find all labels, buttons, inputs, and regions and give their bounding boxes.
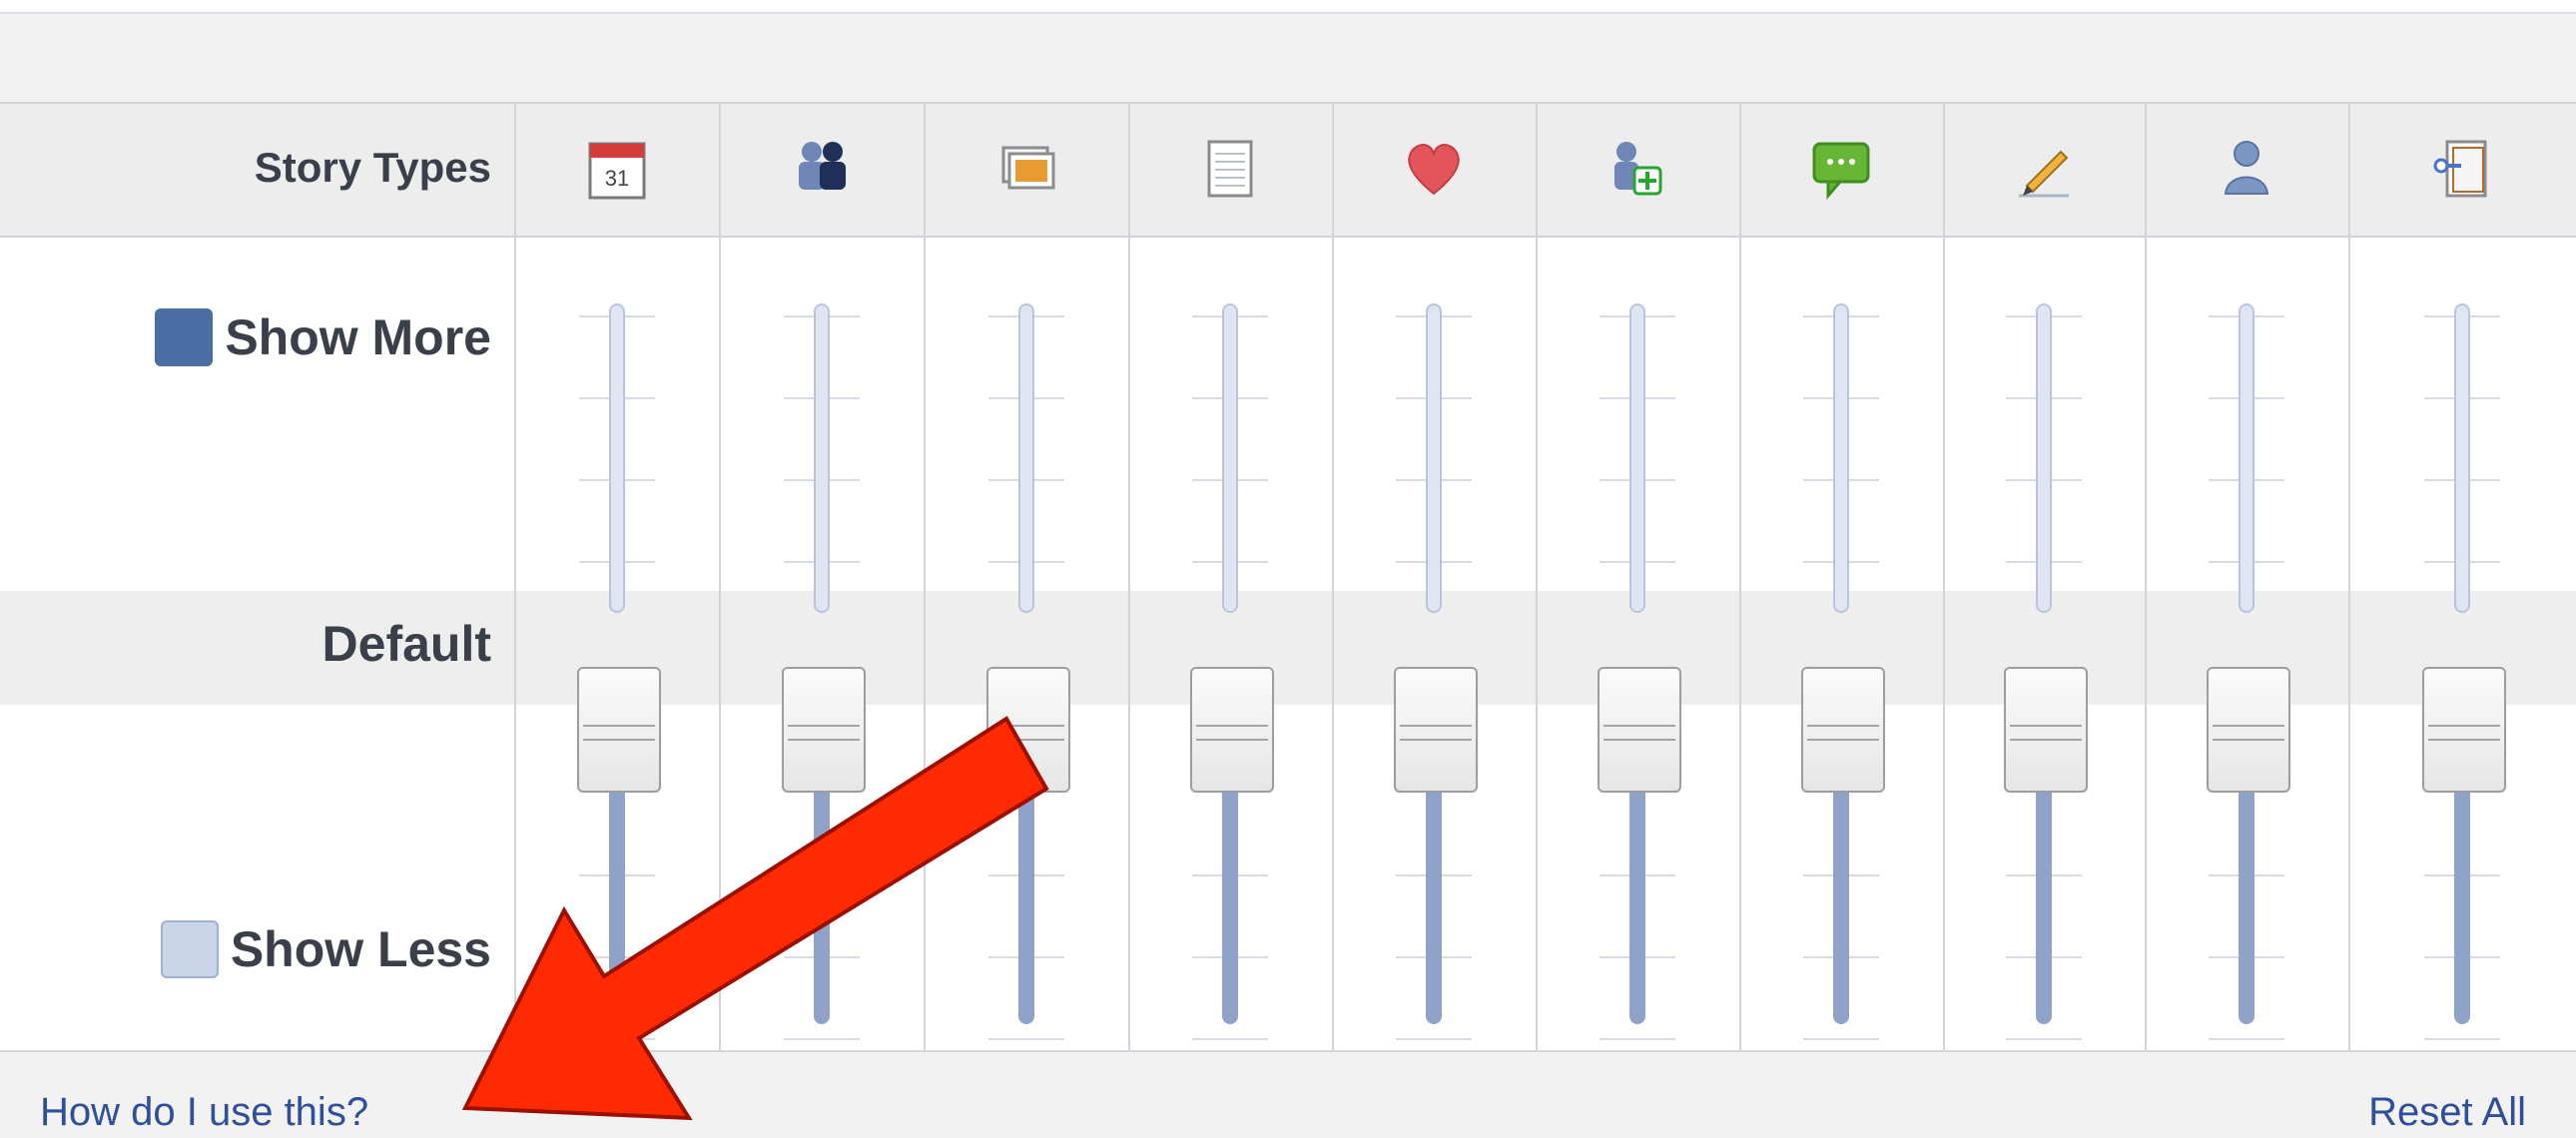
annotation-arrow (461, 716, 1049, 1121)
